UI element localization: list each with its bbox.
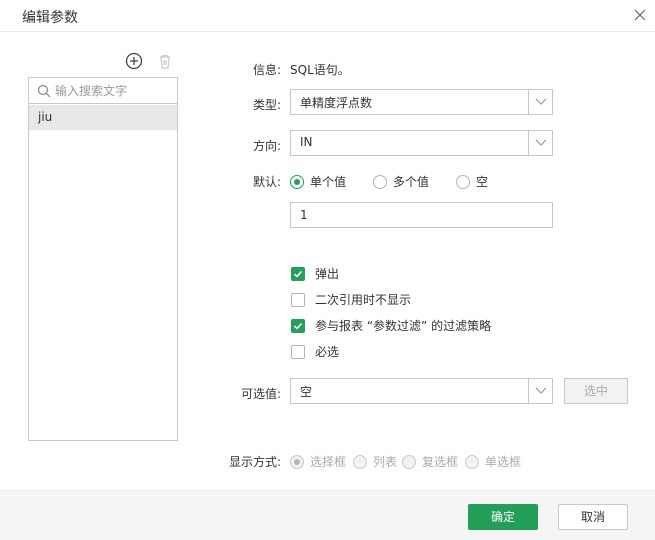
type-select[interactable]: 单精度浮点数 xyxy=(290,89,553,115)
info-value: SQL语句。 xyxy=(290,63,350,77)
select-button[interactable]: 选中 xyxy=(564,378,628,404)
checkbox-label: 参与报表 “参数过滤” 的过滤策略 xyxy=(315,319,492,333)
popup-checkbox[interactable]: 弹出 xyxy=(291,265,339,282)
checkbox-indicator xyxy=(291,344,305,359)
radio-label: 多个值 xyxy=(393,175,430,189)
display-radio-radio[interactable]: 单选框 xyxy=(465,453,521,470)
optional-values-select[interactable]: 空 xyxy=(290,378,553,404)
edit-parameter-dialog: 编辑参数 jiu 信息: SQL语句。 类型: 单精度浮点数 方向: IN 默认… xyxy=(0,0,655,540)
direction-label: 方向: xyxy=(252,139,281,153)
search-box xyxy=(29,78,177,104)
add-icon[interactable] xyxy=(125,52,143,70)
type-select-value: 单精度浮点数 xyxy=(300,96,373,110)
display-radio-selectbox[interactable]: 选择框 xyxy=(290,453,346,470)
list-item[interactable]: jiu xyxy=(29,105,177,130)
radio-label: 空 xyxy=(476,175,489,189)
hide-on-reuse-checkbox[interactable]: 二次引用时不显示 xyxy=(291,291,411,308)
checkbox-indicator xyxy=(291,318,305,333)
radio-label: 单个值 xyxy=(310,175,347,189)
radio-label: 选择框 xyxy=(310,455,347,469)
default-radio-multiple[interactable]: 多个值 xyxy=(373,173,429,190)
default-label: 默认: xyxy=(252,175,281,189)
dialog-title: 编辑参数 xyxy=(22,10,78,26)
display-mode-label: 显示方式: xyxy=(228,455,281,469)
info-label: 信息: xyxy=(252,63,281,77)
chevron-down-icon[interactable] xyxy=(528,379,552,403)
dialog-header: 编辑参数 xyxy=(0,0,655,32)
type-label: 类型: xyxy=(252,98,281,112)
radio-indicator xyxy=(456,174,470,189)
checkbox-indicator xyxy=(291,292,305,307)
default-radio-single[interactable]: 单个值 xyxy=(290,173,346,190)
radio-label: 单选框 xyxy=(485,455,522,469)
optional-values-label: 可选值: xyxy=(240,387,281,401)
direction-select-value: IN xyxy=(300,135,313,149)
required-checkbox[interactable]: 必选 xyxy=(291,343,339,360)
ok-button[interactable]: 确定 xyxy=(468,504,538,530)
chevron-down-icon[interactable] xyxy=(528,131,552,155)
radio-indicator xyxy=(465,454,479,469)
radio-indicator xyxy=(290,174,304,189)
radio-label: 列表 xyxy=(373,455,398,469)
radio-indicator xyxy=(290,454,304,469)
checkbox-label: 必选 xyxy=(315,345,340,359)
default-value-input[interactable] xyxy=(290,202,553,228)
chevron-down-icon[interactable] xyxy=(528,90,552,114)
radio-label: 复选框 xyxy=(422,455,459,469)
search-icon xyxy=(37,84,51,98)
radio-indicator xyxy=(373,174,387,189)
delete-icon[interactable] xyxy=(156,52,174,70)
optional-values-select-value: 空 xyxy=(300,385,313,399)
checkbox-label: 弹出 xyxy=(315,267,340,281)
checkbox-indicator xyxy=(291,266,305,281)
parameter-list-panel: jiu xyxy=(28,77,178,441)
cancel-button[interactable]: 取消 xyxy=(558,504,628,530)
radio-indicator xyxy=(353,454,367,469)
search-input[interactable] xyxy=(55,81,171,101)
checkbox-label: 二次引用时不显示 xyxy=(315,293,412,307)
parameter-filter-checkbox[interactable]: 参与报表 “参数过滤” 的过滤策略 xyxy=(291,317,491,334)
close-icon[interactable] xyxy=(632,7,648,23)
display-radio-checkbox[interactable]: 复选框 xyxy=(402,453,458,470)
dialog-footer xyxy=(0,490,655,540)
default-radio-empty[interactable]: 空 xyxy=(456,173,488,190)
radio-indicator xyxy=(402,454,416,469)
direction-select[interactable]: IN xyxy=(290,130,553,156)
display-radio-list[interactable]: 列表 xyxy=(353,453,397,470)
